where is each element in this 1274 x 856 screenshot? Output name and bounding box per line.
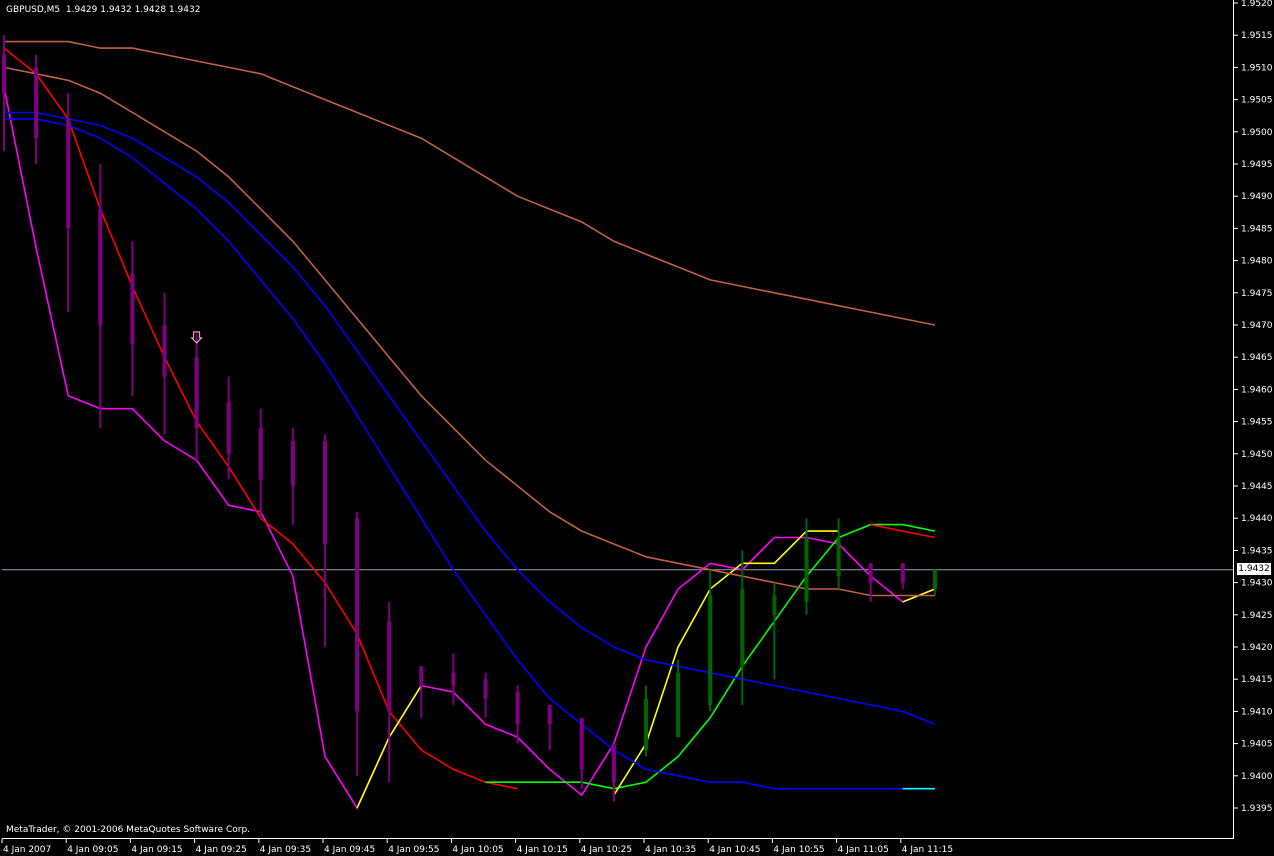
y-tick-label: 1.9480 (1241, 257, 1273, 267)
x-tick-label: 4 Jan 10:45 (709, 845, 760, 855)
x-tick-label: 4 Jan 2007 (3, 845, 51, 855)
y-tick-label: 1.9405 (1241, 740, 1273, 750)
y-tick-label: 1.9510 (1241, 63, 1273, 73)
x-tick-label: 4 Jan 09:25 (196, 845, 247, 855)
y-tick-label: 1.9430 (1241, 579, 1273, 589)
x-tick-label: 4 Jan 09:35 (260, 845, 311, 855)
x-tick-label: 4 Jan 10:05 (452, 845, 503, 855)
y-tick-label: 1.9505 (1241, 96, 1273, 106)
y-tick-label: 1.9395 (1241, 804, 1273, 814)
x-tick-label: 4 Jan 11:15 (902, 845, 953, 855)
x-tick-label: 4 Jan 11:05 (838, 845, 889, 855)
x-tick-label: 4 Jan 10:55 (773, 845, 824, 855)
y-tick-label: 1.9515 (1241, 31, 1273, 41)
y-tick-label: 1.9410 (1241, 707, 1273, 717)
x-tick-label: 4 Jan 10:15 (517, 845, 568, 855)
copyright-text: MetaTrader, © 2001-2006 MetaQuotes Softw… (6, 825, 251, 835)
price-axis: 1.9395 1.9400 1.9405 1.9410 1.9415 1.9420 1.94… (1234, 0, 1273, 814)
y-tick-label: 1.9445 (1241, 482, 1273, 492)
y-tick-label: 1.9455 (1241, 418, 1273, 428)
x-tick-label: 4 Jan 10:25 (581, 845, 632, 855)
plot-frame (2, 0, 1234, 839)
y-tick-label: 1.9420 (1241, 643, 1273, 653)
y-tick-label: 1.9490 (1241, 192, 1273, 202)
current-price-tag: 1.9432 (1237, 563, 1271, 575)
chart-title: GBPUSD,M5 1.9429 1.9432 1.9428 1.9432 (6, 5, 201, 15)
y-tick-label: 1.9400 (1241, 772, 1273, 782)
x-tick-label: 4 Jan 10:35 (645, 845, 696, 855)
y-tick-label: 1.9435 (1241, 546, 1273, 556)
x-tick-label: 4 Jan 09:45 (324, 845, 375, 855)
y-tick-label: 1.9520 (1241, 0, 1273, 9)
y-tick-label: 1.9500 (1241, 128, 1273, 138)
y-tick-label: 1.9460 (1241, 385, 1273, 395)
y-tick-label: 1.9465 (1241, 353, 1273, 363)
y-tick-label: 1.9450 (1241, 450, 1273, 460)
y-tick-label: 1.9475 (1241, 289, 1273, 299)
x-tick-label: 4 Jan 09:15 (131, 845, 182, 855)
x-tick-label: 4 Jan 09:05 (67, 845, 118, 855)
y-tick-label: 1.9495 (1241, 160, 1273, 170)
y-tick-label: 1.9440 (1241, 514, 1273, 524)
y-tick-label: 1.9415 (1241, 675, 1273, 685)
time-axis: 4 Jan 2007 4 Jan 09:05 4 Jan 09:15 4 Jan 09… (1, 839, 953, 855)
y-tick-label: 1.9485 (1241, 224, 1273, 234)
x-tick-label: 4 Jan 09:55 (388, 845, 439, 855)
y-tick-label: 1.9425 (1241, 611, 1273, 621)
y-tick-label: 1.9470 (1241, 321, 1273, 331)
